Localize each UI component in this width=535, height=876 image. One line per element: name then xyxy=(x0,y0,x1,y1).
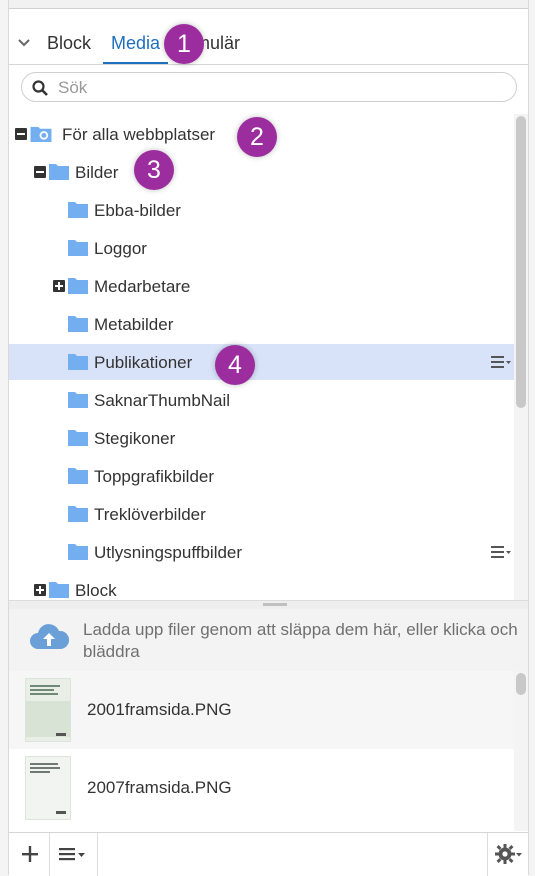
tree-item-label: Loggor xyxy=(94,239,147,258)
tree-item-ebba-bilder[interactable]: Ebba-bilder xyxy=(9,192,514,228)
list-menu-icon[interactable] xyxy=(57,841,89,867)
add-icon[interactable] xyxy=(19,841,41,867)
tree-item-label: Toppgrafikbilder xyxy=(94,467,215,486)
folder-icon xyxy=(68,506,88,522)
tree-item-label: Stegikoner xyxy=(94,429,176,448)
tree-item-label: För alla webbplatser xyxy=(62,125,216,144)
upload-dropzone[interactable]: Ladda upp filer genom att släppa dem här… xyxy=(9,609,528,671)
folder-icon xyxy=(68,278,88,294)
scrollbar-thumb[interactable] xyxy=(516,673,526,695)
panel-top-bar xyxy=(9,0,528,9)
tree-item-label: Medarbetare xyxy=(94,277,191,296)
folder-icon xyxy=(68,240,88,256)
tree-item-treklöverbilder[interactable]: Treklöverbilder xyxy=(9,496,514,532)
callout-badge: 1 xyxy=(164,24,204,64)
tree-item-label: Ebba-bilder xyxy=(94,201,181,220)
folder-icon xyxy=(68,392,88,408)
tree-item-label: Utlysningspuffbilder xyxy=(94,543,243,562)
tree-item-label: Publikationer xyxy=(94,353,193,372)
folder-tree: För alla webbplatser Bilder Ebba-bilder … xyxy=(9,114,514,602)
gear-icon[interactable] xyxy=(493,841,523,867)
tree-item-metabilder[interactable]: Metabilder xyxy=(9,306,514,342)
shared-folder-icon xyxy=(30,126,52,143)
collapse-icon[interactable] xyxy=(15,128,27,140)
folder-icon xyxy=(68,316,88,332)
cloud-upload-icon xyxy=(30,624,69,649)
folder-icon xyxy=(68,544,88,560)
file-item[interactable]: 2007framsida.PNG xyxy=(9,749,514,827)
folder-icon xyxy=(49,164,69,180)
search-icon xyxy=(32,80,48,96)
tree-item-stegikoner[interactable]: Stegikoner xyxy=(9,420,514,456)
folder-icon xyxy=(68,202,88,218)
file-thumbnail xyxy=(25,756,71,820)
tree-item-label: Treklöverbilder xyxy=(94,505,206,524)
context-menu-icon[interactable] xyxy=(490,544,512,560)
tree-item-publikationer[interactable]: Publikationer xyxy=(9,344,514,380)
tree-item-label: SaknarThumbNail xyxy=(94,391,231,410)
tree-item-loggor[interactable]: Loggor xyxy=(9,230,514,266)
tree-item-utlysningspuffbilder[interactable]: Utlysningspuffbilder xyxy=(9,534,514,570)
chevron-down-icon[interactable] xyxy=(17,36,31,50)
tree-item-label: Bilder xyxy=(75,163,119,182)
file-name: 2007framsida.PNG xyxy=(87,778,232,797)
callout-badge: 4 xyxy=(215,345,255,385)
folder-icon xyxy=(68,468,88,484)
tab-media[interactable]: Media xyxy=(103,32,169,64)
file-name: 2001framsida.PNG xyxy=(87,700,232,719)
folder-icon xyxy=(68,430,88,446)
collapse-icon[interactable] xyxy=(34,166,46,178)
search-input[interactable] xyxy=(56,76,500,100)
splitter-grip[interactable] xyxy=(263,603,287,606)
tree-item-label: Metabilder xyxy=(94,315,174,334)
tree-item-medarbetare[interactable]: Medarbetare xyxy=(9,268,514,304)
file-item[interactable]: 2001framsida.PNG xyxy=(9,671,514,749)
file-thumbnail xyxy=(25,678,71,742)
bottom-toolbar xyxy=(9,832,528,876)
file-list: 2001framsida.PNG 2007framsida.PNG xyxy=(9,671,514,831)
expand-icon[interactable] xyxy=(34,584,46,596)
expand-icon[interactable] xyxy=(53,280,65,292)
tab-block[interactable]: Block xyxy=(47,32,91,62)
tree-scrollbar[interactable] xyxy=(514,114,528,602)
context-menu-icon[interactable] xyxy=(490,354,512,370)
callout-badge: 2 xyxy=(237,117,277,157)
file-list-scrollbar[interactable] xyxy=(514,671,528,831)
search-box xyxy=(21,72,517,102)
callout-badge: 3 xyxy=(134,150,174,190)
folder-icon xyxy=(49,582,69,598)
tree-item-saknarthumbnail[interactable]: SaknarThumbNail xyxy=(9,382,514,418)
folder-icon xyxy=(68,354,88,370)
tree-item-block[interactable]: Block xyxy=(9,572,514,602)
upload-instructions: Ladda upp filer genom att släppa dem här… xyxy=(83,620,518,661)
tree-item-bilder[interactable]: Bilder xyxy=(9,154,514,190)
tree-item-label: Block xyxy=(75,581,117,600)
tree-item-toppgrafikbilder[interactable]: Toppgrafikbilder xyxy=(9,458,514,494)
tab-bar: Block Media mulär xyxy=(9,20,528,65)
scrollbar-thumb[interactable] xyxy=(516,116,526,408)
